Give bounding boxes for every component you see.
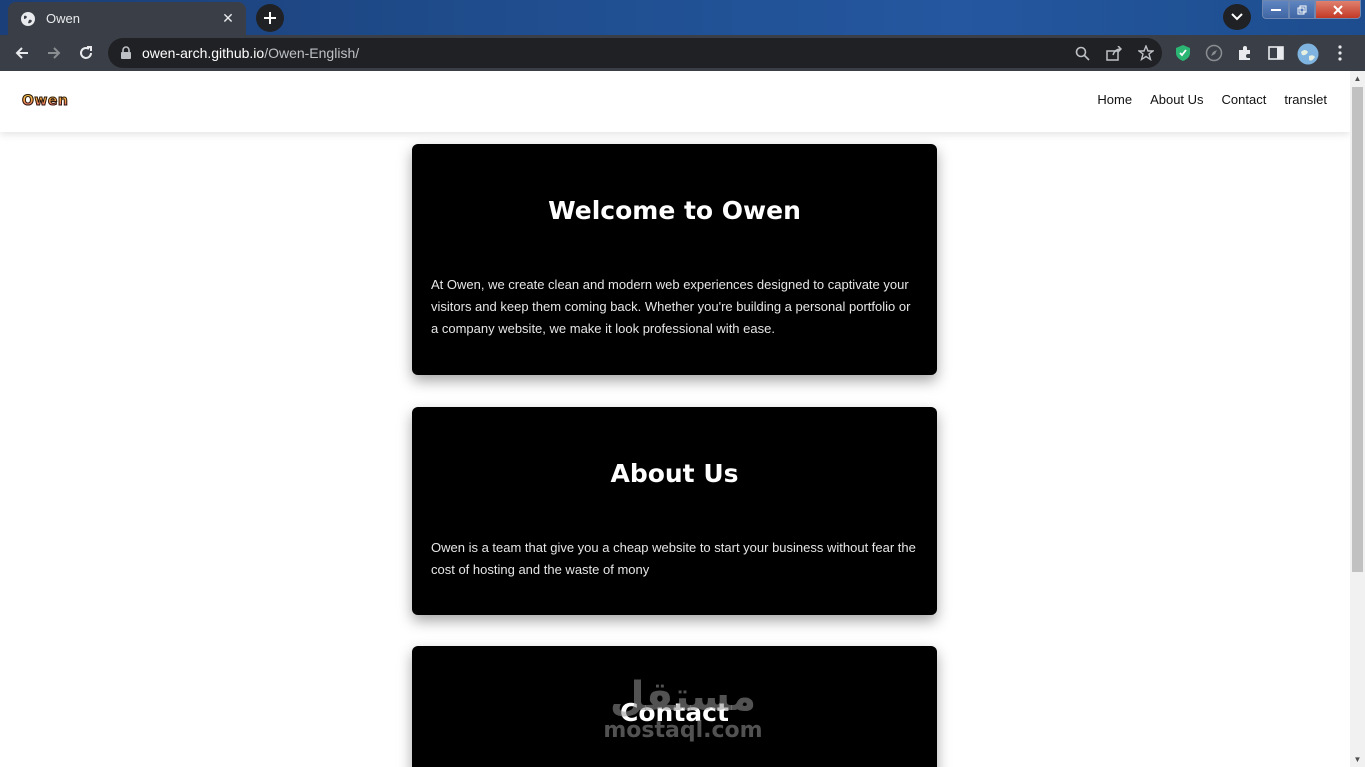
close-window-button[interactable] (1315, 0, 1361, 19)
shield-extension-icon[interactable] (1173, 43, 1193, 63)
chevron-down-icon (1231, 13, 1243, 21)
nav-link-about-us[interactable]: About Us (1150, 92, 1203, 107)
compass-extension-icon[interactable] (1204, 43, 1224, 63)
reload-button[interactable] (74, 41, 98, 65)
tab-title: Owen (46, 11, 80, 26)
plus-icon (264, 12, 276, 24)
tab-search-button[interactable] (1223, 4, 1251, 30)
close-icon (1333, 4, 1343, 15)
welcome-text: At Owen, we create clean and modern web … (431, 277, 911, 336)
contact-heading: Contact (620, 698, 729, 727)
arrow-left-icon (15, 47, 28, 59)
welcome-heading: Welcome to Owen (548, 196, 801, 225)
arrow-right-icon (48, 47, 61, 59)
puzzle-extensions-icon[interactable] (1235, 43, 1255, 63)
reload-icon (80, 46, 92, 59)
page-viewport: Owen Home About Us Contact translet Welc… (0, 71, 1350, 767)
vertical-scrollbar[interactable]: ▲ ▼ (1350, 71, 1365, 767)
tab-strip: Owen ✕ (0, 0, 1365, 35)
scroll-up-arrow-icon[interactable]: ▲ (1353, 74, 1362, 83)
browser-tab[interactable]: Owen ✕ (8, 2, 246, 35)
close-tab-icon[interactable]: ✕ (220, 10, 236, 27)
window-controls (1262, 0, 1361, 20)
site-header: Owen Home About Us Contact translet (0, 71, 1350, 132)
back-button[interactable] (10, 41, 34, 65)
about-text: Owen is a team that give you a cheap web… (431, 540, 916, 577)
nav-link-home[interactable]: Home (1097, 92, 1132, 107)
new-tab-button[interactable] (256, 4, 284, 32)
forward-button[interactable] (42, 41, 66, 65)
scroll-down-arrow-icon[interactable]: ▼ (1353, 755, 1362, 764)
share-icon[interactable] (1104, 43, 1124, 63)
restore-button[interactable] (1289, 0, 1315, 19)
minimize-button[interactable] (1262, 0, 1289, 19)
address-bar[interactable]: owen-arch.github.io/Owen-English/ (108, 38, 1162, 68)
nav-link-translet[interactable]: translet (1284, 92, 1327, 107)
contact-card: Contact (412, 646, 937, 767)
welcome-card: Welcome to Owen At Owen, we create clean… (412, 144, 937, 375)
browser-toolbar: owen-arch.github.io/Owen-English/ (0, 35, 1365, 71)
zoom-icon[interactable] (1072, 43, 1092, 63)
about-heading: About Us (610, 459, 739, 488)
globe-icon (20, 11, 36, 27)
scrollbar-thumb[interactable] (1352, 87, 1363, 572)
bookmark-star-icon[interactable] (1136, 43, 1156, 63)
site-nav: Home About Us Contact translet (1097, 92, 1327, 107)
minimize-icon (1270, 8, 1281, 11)
url-text[interactable]: owen-arch.github.io/Owen-English/ (142, 45, 359, 61)
more-menu-icon[interactable] (1330, 43, 1350, 63)
side-panel-icon[interactable] (1266, 43, 1286, 63)
about-card: About Us Owen is a team that give you a … (412, 407, 937, 615)
profile-avatar[interactable] (1297, 43, 1319, 65)
lock-icon[interactable] (120, 46, 134, 60)
site-logo[interactable]: Owen (21, 94, 68, 109)
restore-icon (1297, 5, 1307, 14)
nav-link-contact[interactable]: Contact (1222, 92, 1267, 107)
